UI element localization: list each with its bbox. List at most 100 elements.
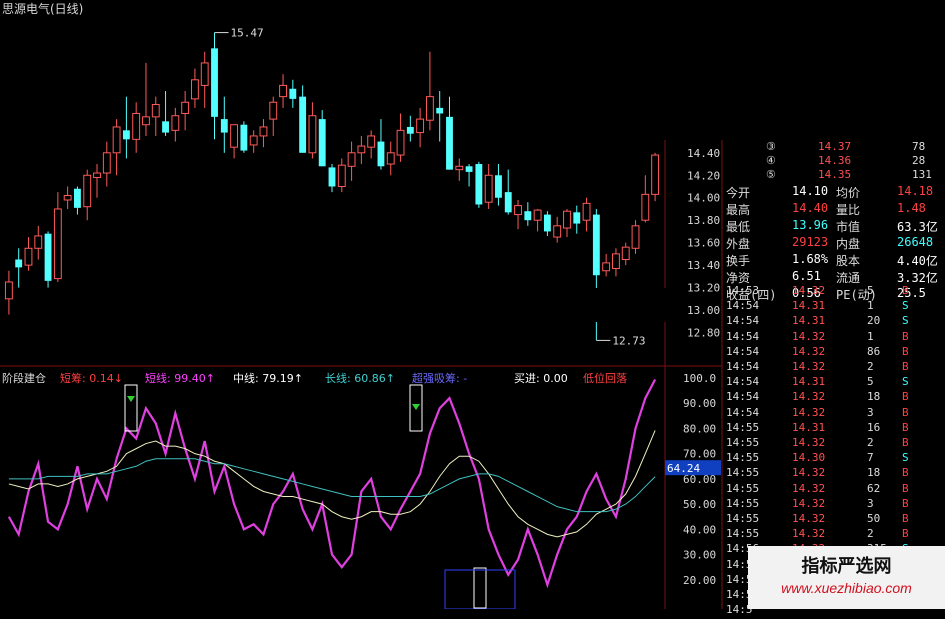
tick-row[interactable]: 14:54 14.32 18 B [722,390,945,406]
tick-s: S [902,299,909,313]
tick-p: 14.32 [792,360,826,373]
tick-v: 18 [867,466,881,480]
candle-body [612,253,620,270]
indicator-axis-tick: 70.00 [683,448,716,461]
candle-body [484,174,493,203]
occlusion-bar [230,288,720,322]
stats-k1: 换手 [726,254,751,268]
stats-row: 最高 14.40 量比 1.48 [722,201,945,218]
tick-s: B [902,360,909,373]
candle-body [4,281,13,300]
tick-s: B [902,512,909,525]
tick-row[interactable]: 14:54 14.32 3 B [722,406,945,422]
tick-v: 7 [867,451,874,465]
tick-v: 5 [867,375,874,389]
tick-row[interactable]: 14:55 14.30 7 S [722,451,945,467]
tick-p: 14.31 [792,299,826,313]
tick-row[interactable]: 14:55 14.31 16 B [722,421,945,437]
candle-body [112,126,121,154]
order-book-level: ④ [766,154,776,167]
candle-body [367,135,376,148]
tick-p: 14.31 [792,314,826,328]
price-axis-tick: 13.00 [687,304,720,317]
tick-v: 3 [867,496,874,510]
stats-k1: 今开 [726,186,751,200]
candle-body [220,119,228,133]
tick-row[interactable]: 14:54 14.31 20 S [722,314,945,330]
candle-body [211,48,218,117]
tick-row[interactable]: 14:55 14.32 18 B [722,466,945,482]
order-book-vol: 28 [912,154,926,167]
candle-body [475,164,483,205]
candle-body [455,165,464,171]
stats-k2: 均价 [836,186,861,200]
tick-s: B [902,466,909,480]
order-book-price: 14.36 [818,154,852,167]
price-axis-tick: 13.20 [687,282,720,295]
indicator-axis-tick: 30.00 [683,549,716,562]
candle-body [24,247,33,266]
candle-body [347,152,356,167]
tick-t: 14:55 [726,527,760,541]
tick-row[interactable]: 14:55 14.32 2 B [722,436,945,452]
tick-row[interactable]: 14:54 14.32 1 B [722,330,945,346]
indicator-legend-item: 长线: 60.86↑ [325,372,395,385]
stats-v1: 1.68% [792,252,829,266]
candle-body [592,214,600,276]
candle-body [308,115,317,154]
indicator-legend-item: 买进: 0.00 [514,372,568,385]
indicator-legend-item: 低位回落 [583,372,627,385]
tick-row[interactable]: 14:53 14.32 5 B [722,284,945,300]
candle-body [406,126,414,134]
candle-body [386,152,395,165]
tick-row[interactable]: 14:54 14.32 86 B [722,345,945,361]
tick-p: 14.32 [792,436,826,449]
candle-body [328,167,336,187]
stats-v1: 13.96 [792,218,829,232]
candle-body [34,235,43,249]
tick-row[interactable]: 14:55 14.32 50 B [722,512,945,528]
tick-s: B [902,436,909,449]
order-book-row: ⑤ 14.35 131 [722,168,945,182]
tick-s: B [902,420,909,434]
candle-body [102,152,111,174]
indicator-axis-tick: 20.00 [683,574,716,587]
indicator-axis-tick: 40.00 [683,523,716,536]
tick-t: 14:54 [726,360,760,373]
tick-row[interactable]: 14:54 14.31 1 S [722,299,945,315]
indicator-legend-item: 短筹: 0.14↓ [60,372,123,385]
indicator-name: 阶段建仓 [2,372,46,385]
price-axis-tick: 13.40 [687,259,720,272]
candle-body [524,211,532,221]
candle-body [93,172,101,179]
tick-v: 2 [867,360,874,373]
order-book-vol: 78 [912,140,926,153]
tick-row[interactable]: 14:55 14.32 3 B [722,497,945,513]
tick-p: 14.32 [792,466,826,480]
candle-body [425,96,434,121]
tick-row[interactable]: 14:54 14.31 5 S [722,375,945,391]
indicator-axis-tick: 50.00 [683,498,716,511]
tick-row[interactable]: 14:55 14.32 62 B [722,482,945,498]
tick-p: 14.32 [792,405,826,419]
tick-s: S [902,375,909,389]
indicator-legend-item: 中线: 79.19↑ [233,372,303,385]
tick-t: 14:55 [726,496,760,510]
tick-v: 1 [867,299,874,313]
watermark-logo: 指标严选网 www.xuezhibiao.com [748,546,945,609]
indicator-legend-item: 超强吸筹: - [412,372,468,385]
tick-s: B [902,390,909,404]
order-book-price: 14.35 [818,168,852,181]
candle-body [230,124,239,148]
indicator-legend-item: 短线: 99.40↑ [145,372,215,385]
tick-row[interactable]: 14:55 14.32 2 B [722,527,945,543]
tick-v: 2 [867,527,874,541]
candle-body [122,130,130,140]
stats-k2: 量比 [836,203,861,217]
tick-v: 86 [867,344,881,358]
tick-row[interactable]: 14:54 14.32 2 B [722,360,945,376]
watermark-line1: 指标严选网 [801,556,892,577]
candle-body [279,84,287,98]
current-value-text: 64.24 [667,462,700,475]
tick-p: 14.32 [792,496,826,510]
